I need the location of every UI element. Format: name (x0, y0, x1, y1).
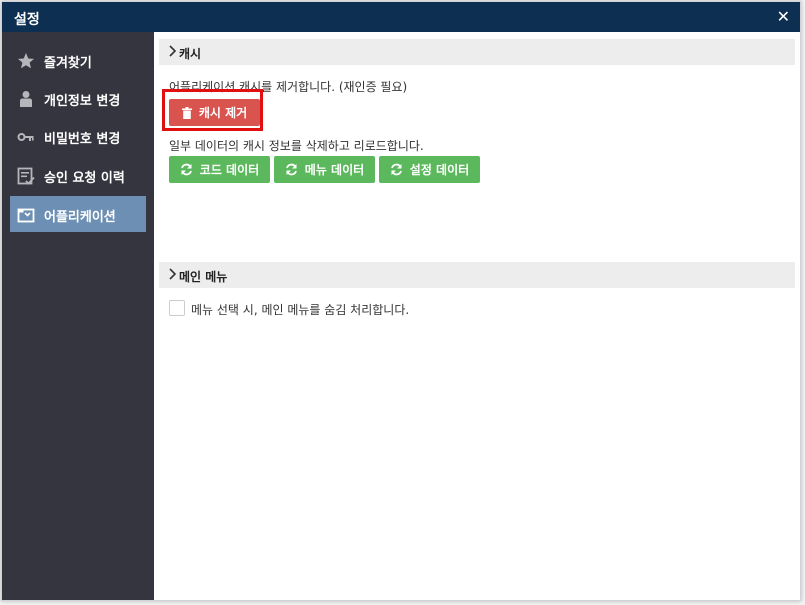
key-icon (17, 133, 34, 141)
sidebar-item-label: 어플리케이션 (44, 210, 116, 225)
sidebar-item-profile[interactable]: 개인정보 변경 (10, 80, 146, 116)
clear-cache-highlight (162, 89, 263, 131)
hide-main-menu-label: 메뉴 선택 시, 메인 메뉴를 숨김 처리합니다. (191, 303, 410, 317)
refresh-icon (390, 163, 402, 176)
reload-code-data-button[interactable]: 코드 데이터 (169, 156, 270, 183)
chevron-right-icon (169, 268, 177, 280)
settings-dialog: 설정 ✕ 즐겨찾기 개인정보 변경 비밀번호 변경 승인 요청 이력 어플리케이… (1, 1, 801, 601)
app-window-icon (17, 208, 35, 223)
reload-code-data-label: 코드 데이터 (199, 163, 260, 177)
cache-reload-description: 일부 데이터의 캐시 정보를 삭제하고 리로드합니다. (169, 139, 424, 153)
sidebar-item-label: 승인 요청 이력 (44, 171, 125, 186)
close-icon[interactable]: ✕ (777, 7, 790, 26)
sidebar-item-favorites[interactable]: 즐겨찾기 (10, 42, 146, 78)
sidebar-item-label: 개인정보 변경 (44, 94, 121, 109)
hide-main-menu-checkbox[interactable] (169, 300, 185, 316)
reload-menu-data-button[interactable]: 메뉴 데이터 (274, 156, 375, 183)
chevron-right-icon (169, 45, 177, 57)
list-check-icon (17, 167, 35, 185)
sidebar-item-password[interactable]: 비밀번호 변경 (10, 118, 146, 154)
dialog-title: 설정 (14, 12, 40, 28)
star-icon (18, 53, 34, 69)
main-menu-section-header[interactable]: 메인 메뉴 (159, 262, 795, 288)
reload-settings-data-button[interactable]: 설정 데이터 (379, 156, 480, 183)
sidebar-item-application[interactable]: 어플리케이션 (10, 196, 146, 232)
cache-section-header[interactable]: 캐시 (159, 39, 795, 65)
dialog-titlebar: 설정 ✕ (2, 2, 800, 32)
sidebar-item-label: 비밀번호 변경 (44, 132, 121, 147)
reload-settings-data-label: 설정 데이터 (409, 163, 470, 177)
sidebar-item-label: 즐겨찾기 (44, 56, 92, 71)
sidebar-item-approval-history[interactable]: 승인 요청 이력 (10, 157, 146, 193)
section-title: 캐시 (179, 47, 202, 61)
reload-menu-data-label: 메뉴 데이터 (304, 163, 365, 177)
settings-sidebar: 즐겨찾기 개인정보 변경 비밀번호 변경 승인 요청 이력 어플리케이션 (2, 32, 154, 600)
section-title: 메인 메뉴 (179, 270, 228, 284)
refresh-icon (285, 163, 297, 176)
refresh-icon (180, 163, 192, 176)
person-icon (20, 91, 32, 107)
